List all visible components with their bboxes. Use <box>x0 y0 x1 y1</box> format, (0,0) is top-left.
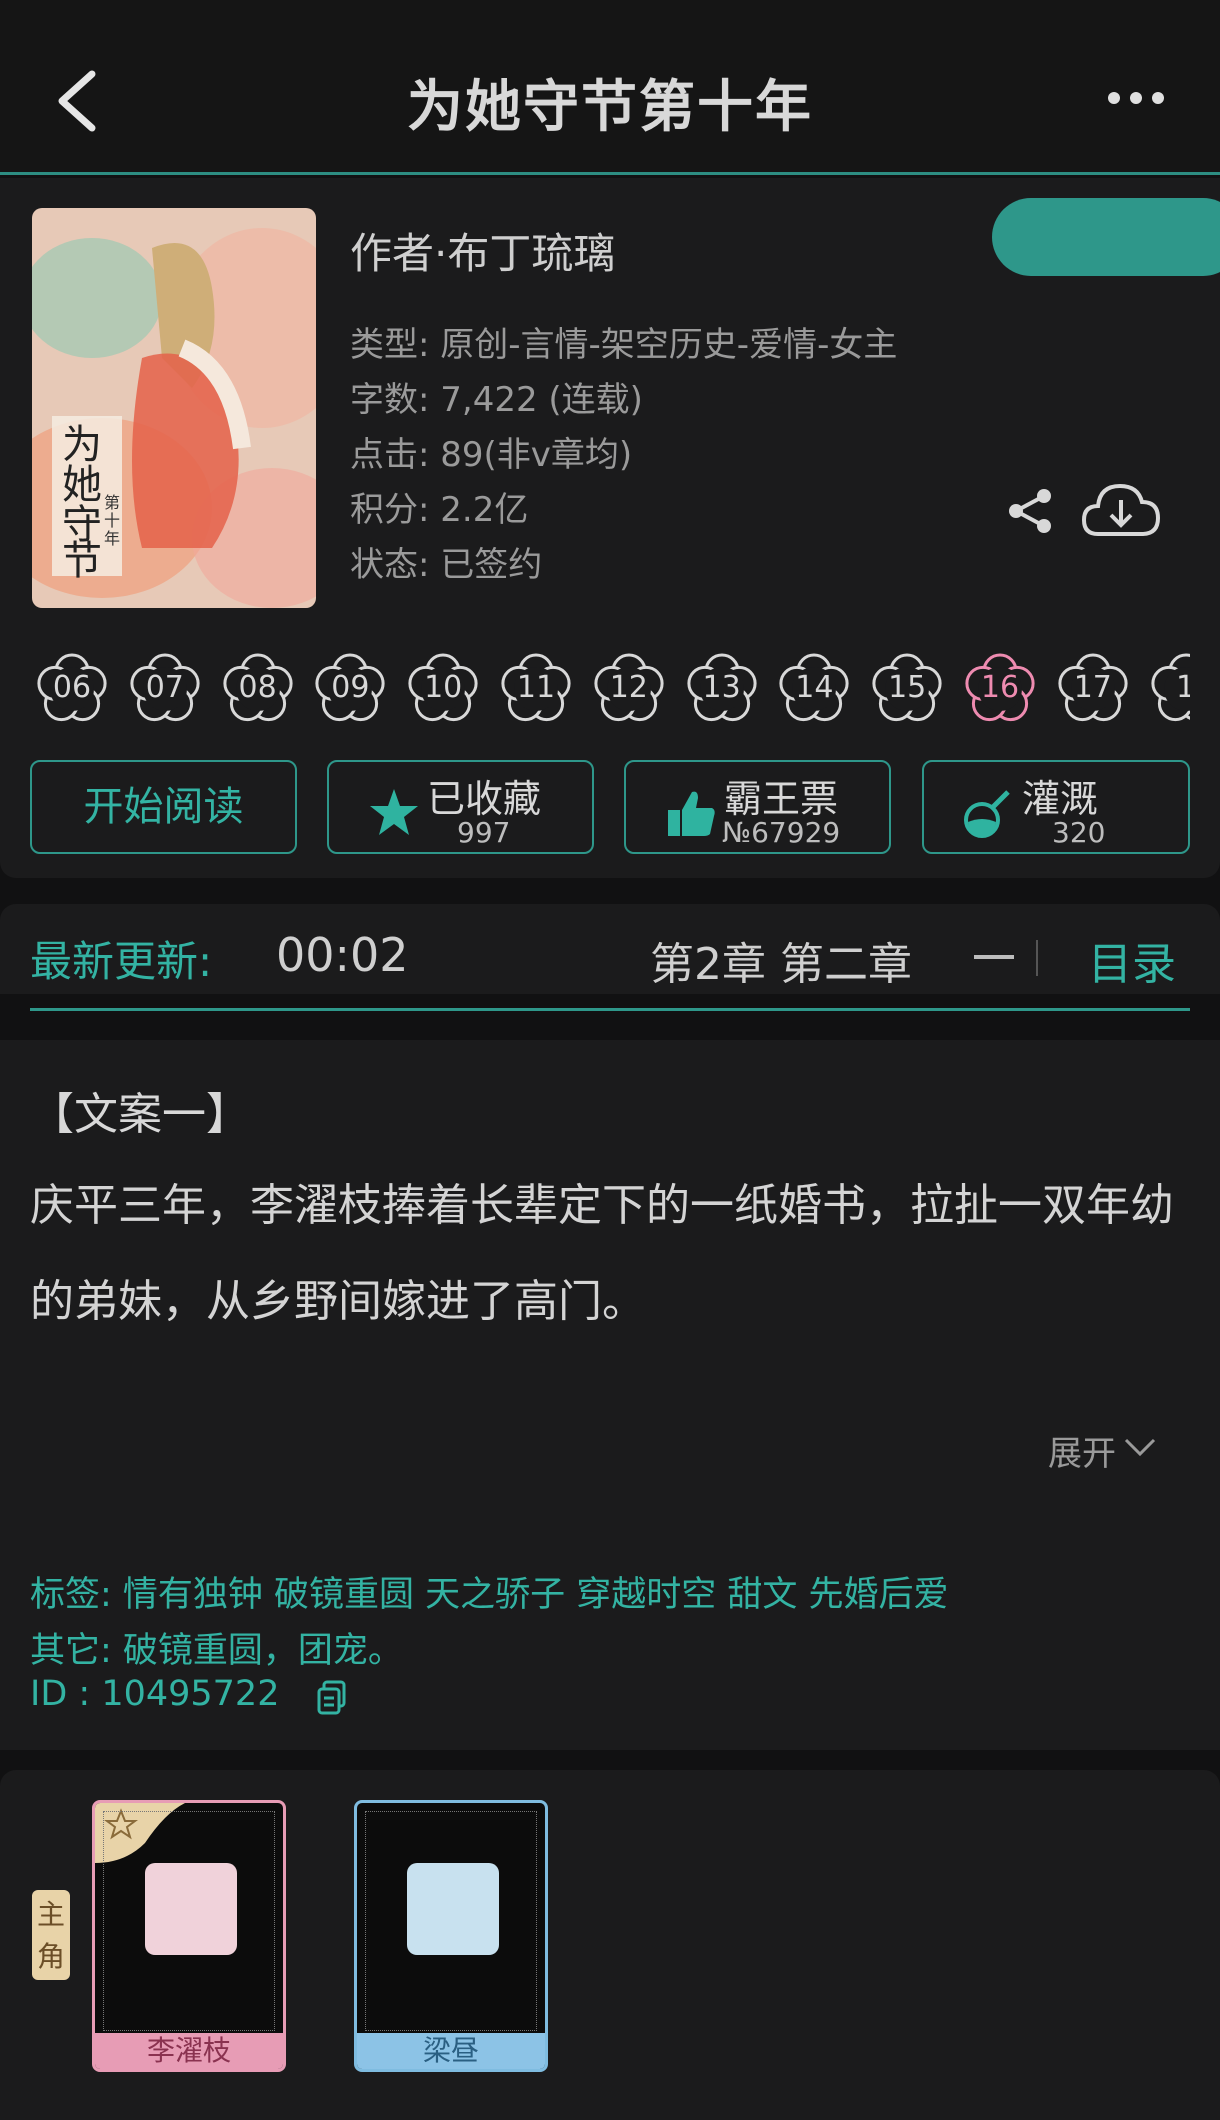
irrigate-count: 320 <box>1052 816 1106 849</box>
bawang-vote-count: №67929 <box>722 816 841 849</box>
latest-update-time: 00:02 <box>276 928 409 982</box>
chapter-flower-number: 13 <box>702 670 741 705</box>
chapter-flower-number: 12 <box>609 670 648 705</box>
scroll-dash <box>974 955 1014 959</box>
synopsis-line-2: 的弟妹，从乡野间嫁进了高门。 <box>30 1276 646 1327</box>
meta-status: 状态: 已签约 <box>350 545 543 585</box>
synopsis-line-1: 庆平三年，李濯枝捧着长辈定下的一纸婚书，拉扯一双年幼 <box>30 1180 1174 1231</box>
svg-text:第: 第 <box>104 493 120 512</box>
chapter-flower-16[interactable]: 16 <box>960 648 1040 728</box>
chapter-flower-number: 11 <box>516 670 556 705</box>
chapter-flower-number: 1 <box>1176 670 1190 705</box>
chapter-flower-number: 08 <box>238 670 277 705</box>
update-divider <box>30 1008 1190 1011</box>
svg-text:十: 十 <box>104 511 120 530</box>
svg-text:节: 节 <box>62 538 102 583</box>
start-reading-label: 开始阅读 <box>83 784 244 830</box>
meta-type: 类型: 原创-言情-架空历史-爱情-女主 <box>350 325 898 365</box>
chapter-flower-number: 17 <box>1073 670 1112 705</box>
character-card-female[interactable]: 李濯枝 <box>92 1800 286 2072</box>
chapter-flower-number: 16 <box>980 670 1020 705</box>
irrigate-button[interactable]: 灌溉 320 <box>922 760 1190 854</box>
book-id: ID : 10495722 <box>30 1674 280 1714</box>
chapter-flower-07[interactable]: 07 <box>125 648 205 728</box>
chapter-flower-1[interactable]: 1 <box>1146 648 1190 728</box>
favorite-count: 997 <box>457 816 511 849</box>
svg-text:年: 年 <box>104 529 120 548</box>
copy-icon[interactable] <box>316 1680 348 1716</box>
chapter-flower-number: 14 <box>795 670 834 705</box>
table-of-contents-link[interactable]: 目录 <box>1088 928 1176 992</box>
chapter-flower-number: 15 <box>888 670 927 705</box>
star-icon <box>370 789 418 835</box>
character-name-2: 梁昼 <box>357 2033 545 2069</box>
book-meta: 类型: 原创-言情-架空历史-爱情-女主 字数: 7,422 (连载) 点击: … <box>350 318 897 593</box>
book-cover[interactable]: 为 她 守 节 第 十 年 <box>32 208 316 608</box>
chevron-down-icon[interactable] <box>1122 1436 1158 1460</box>
page-title: 为她守节第十年 <box>407 75 813 140</box>
thumbs-up-icon <box>668 791 715 836</box>
character-card-male[interactable]: 梁昼 <box>354 1800 548 2072</box>
tags-line[interactable]: 标签: 情有独钟 破镜重圆 天之骄子 穿越时空 甜文 先婚后爱 <box>30 1566 949 1617</box>
protagonist-badge: 主角 <box>32 1890 70 1980</box>
chapter-flower-number: 07 <box>145 670 184 705</box>
start-reading-button[interactable]: 开始阅读 <box>30 760 297 854</box>
chapter-flower-12[interactable]: 12 <box>589 648 669 728</box>
synopsis-text: 庆平三年，李濯枝捧着长辈定下的一纸婚书，拉扯一双年幼 的弟妹，从乡野间嫁进了高门… <box>30 1158 1200 1350</box>
meta-points: 积分: 2.2亿 <box>350 490 529 530</box>
avatar <box>407 1863 499 1955</box>
avatar <box>145 1863 237 1955</box>
chapter-flower-number: 06 <box>52 670 92 705</box>
latest-update-label: 最新更新: <box>30 937 213 986</box>
expand-button[interactable]: 展开 <box>1048 1426 1116 1475</box>
chapter-flower-number: 09 <box>331 670 370 705</box>
svg-text:为: 为 <box>62 422 102 467</box>
chapter-flower-10[interactable]: 10 <box>403 648 483 728</box>
meta-words: 字数: 7,422 (连载) <box>350 380 643 420</box>
top-bar-divider <box>0 172 1220 175</box>
flask-icon <box>964 790 1010 838</box>
chapter-flower-11[interactable]: 11 <box>496 648 576 728</box>
svg-text:她: 她 <box>62 462 102 507</box>
bawang-vote-label: 霸王票 <box>724 777 839 821</box>
more-options-icon[interactable] <box>1108 78 1164 118</box>
chapter-flower-row: 06 07 08 09 10 11 12 13 14 15 16 17 1 <box>32 648 1190 728</box>
divider <box>1036 940 1038 976</box>
chapter-flower-number: 10 <box>424 670 463 705</box>
download-cloud-icon[interactable] <box>1080 478 1162 542</box>
favorite-label: 已收藏 <box>427 777 542 821</box>
chapter-flower-09[interactable]: 09 <box>310 648 390 728</box>
share-icon[interactable] <box>1006 486 1056 536</box>
synopsis-title: 【文案一】 <box>30 1089 250 1140</box>
bawang-vote-button[interactable]: 霸王票 №67929 <box>624 760 891 854</box>
chapter-flower-14[interactable]: 14 <box>774 648 854 728</box>
chapter-flower-15[interactable]: 15 <box>867 648 947 728</box>
latest-chapter-link[interactable]: 第2章 第二章 <box>650 928 912 992</box>
meta-clicks: 点击: 89(非v章均) <box>350 435 633 475</box>
favorite-button[interactable]: 已收藏 997 <box>327 760 594 854</box>
author-name[interactable]: 作者·布丁琉璃 <box>350 220 615 281</box>
other-line: 其它: 破镜重圆，团宠。 <box>30 1631 403 1671</box>
chapter-flower-08[interactable]: 08 <box>218 648 298 728</box>
chapter-flower-17[interactable]: 17 <box>1053 648 1133 728</box>
irrigate-label: 灌溉 <box>1022 777 1099 821</box>
chapter-flower-13[interactable]: 13 <box>682 648 762 728</box>
follow-pill-button[interactable] <box>992 198 1220 276</box>
character-name-1: 李濯枝 <box>95 2033 283 2069</box>
back-arrow-icon[interactable] <box>50 66 110 136</box>
chapter-flower-06[interactable]: 06 <box>32 648 112 728</box>
